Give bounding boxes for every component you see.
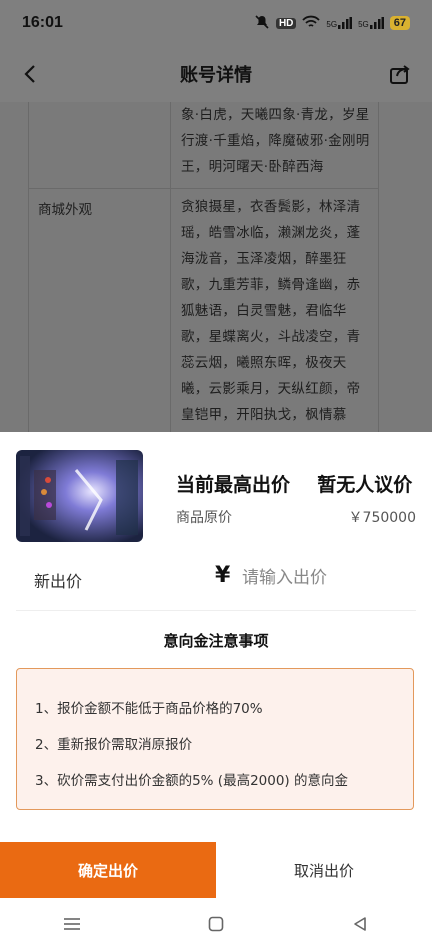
signal-icon-2: 5G [358, 17, 384, 29]
bid-sheet: 当前最高出价 暂无人议价 商品原价 ￥750000 新出价 ¥ 意向金注意事项 … [0, 432, 432, 950]
highest-bid-label: 当前最高出价 [176, 474, 291, 496]
back-arrow-icon [24, 65, 35, 83]
wifi-icon [302, 15, 321, 32]
original-price-label: 商品原价 [176, 510, 232, 526]
table-border [170, 102, 171, 432]
hd-badge: HD [275, 17, 297, 29]
product-thumbnail [16, 450, 143, 542]
battery-icon: 67 [389, 16, 410, 30]
header: 账号详情 [0, 46, 432, 102]
table-cell-label: 商城外观 [38, 202, 92, 218]
status-bar: 16:01 HD 5G 5G 67 [0, 0, 432, 46]
account-details-table: 象·白虎，天曦四象·青龙，岁星行渡·千重焰，降魔破邪·金刚明王，明河曙天·卧醉西… [0, 102, 432, 475]
share-button[interactable] [386, 60, 414, 88]
bid-status: 当前最高出价 暂无人议价 [176, 470, 412, 497]
notice-title: 意向金注意事项 [163, 632, 269, 650]
home-button[interactable] [196, 904, 236, 944]
new-bid-label: 新出价 [34, 572, 83, 591]
cancel-bid-button[interactable]: 取消出价 [216, 842, 432, 898]
menu-icon [64, 918, 80, 930]
yen-icon: ¥ [215, 563, 231, 588]
table-cell-value: 象·白虎，天曦四象·青龙，岁星行渡·千重焰，降魔破邪·金刚明王，明河曙天·卧醉西… [181, 107, 370, 175]
no-bid-label: 暂无人议价 [317, 474, 413, 496]
bid-input[interactable] [240, 562, 414, 594]
notice-item: 2、重新报价需取消原报价 [35, 737, 193, 753]
system-nav-bar [0, 898, 432, 950]
status-icons: HD 5G 5G 67 [254, 14, 410, 33]
notice-item: 1、报价金额不能低于商品价格的70% [35, 701, 263, 717]
notice-item: 3、砍价需支付出价金额的5% (最高2000) 的意向金 [35, 773, 348, 789]
back-button[interactable] [16, 60, 44, 88]
page-title: 账号详情 [180, 65, 252, 86]
original-price: ￥750000 [348, 510, 416, 526]
table-border [28, 102, 29, 432]
confirm-bid-button[interactable]: 确定出价 [0, 842, 216, 898]
back-nav-button[interactable] [340, 904, 380, 944]
signal-icon: 5G [326, 17, 353, 29]
table-border [378, 102, 379, 432]
share-icon [390, 65, 410, 84]
back-triangle-icon [354, 917, 366, 931]
home-icon [208, 916, 224, 932]
notice-box: 1、报价金额不能低于商品价格的70% 2、重新报价需取消原报价 3、砍价需支付出… [16, 668, 414, 810]
table-border [28, 188, 378, 189]
mute-icon [254, 14, 270, 33]
divider [16, 610, 416, 611]
status-time: 16:01 [22, 14, 63, 31]
menu-button[interactable] [52, 904, 92, 944]
